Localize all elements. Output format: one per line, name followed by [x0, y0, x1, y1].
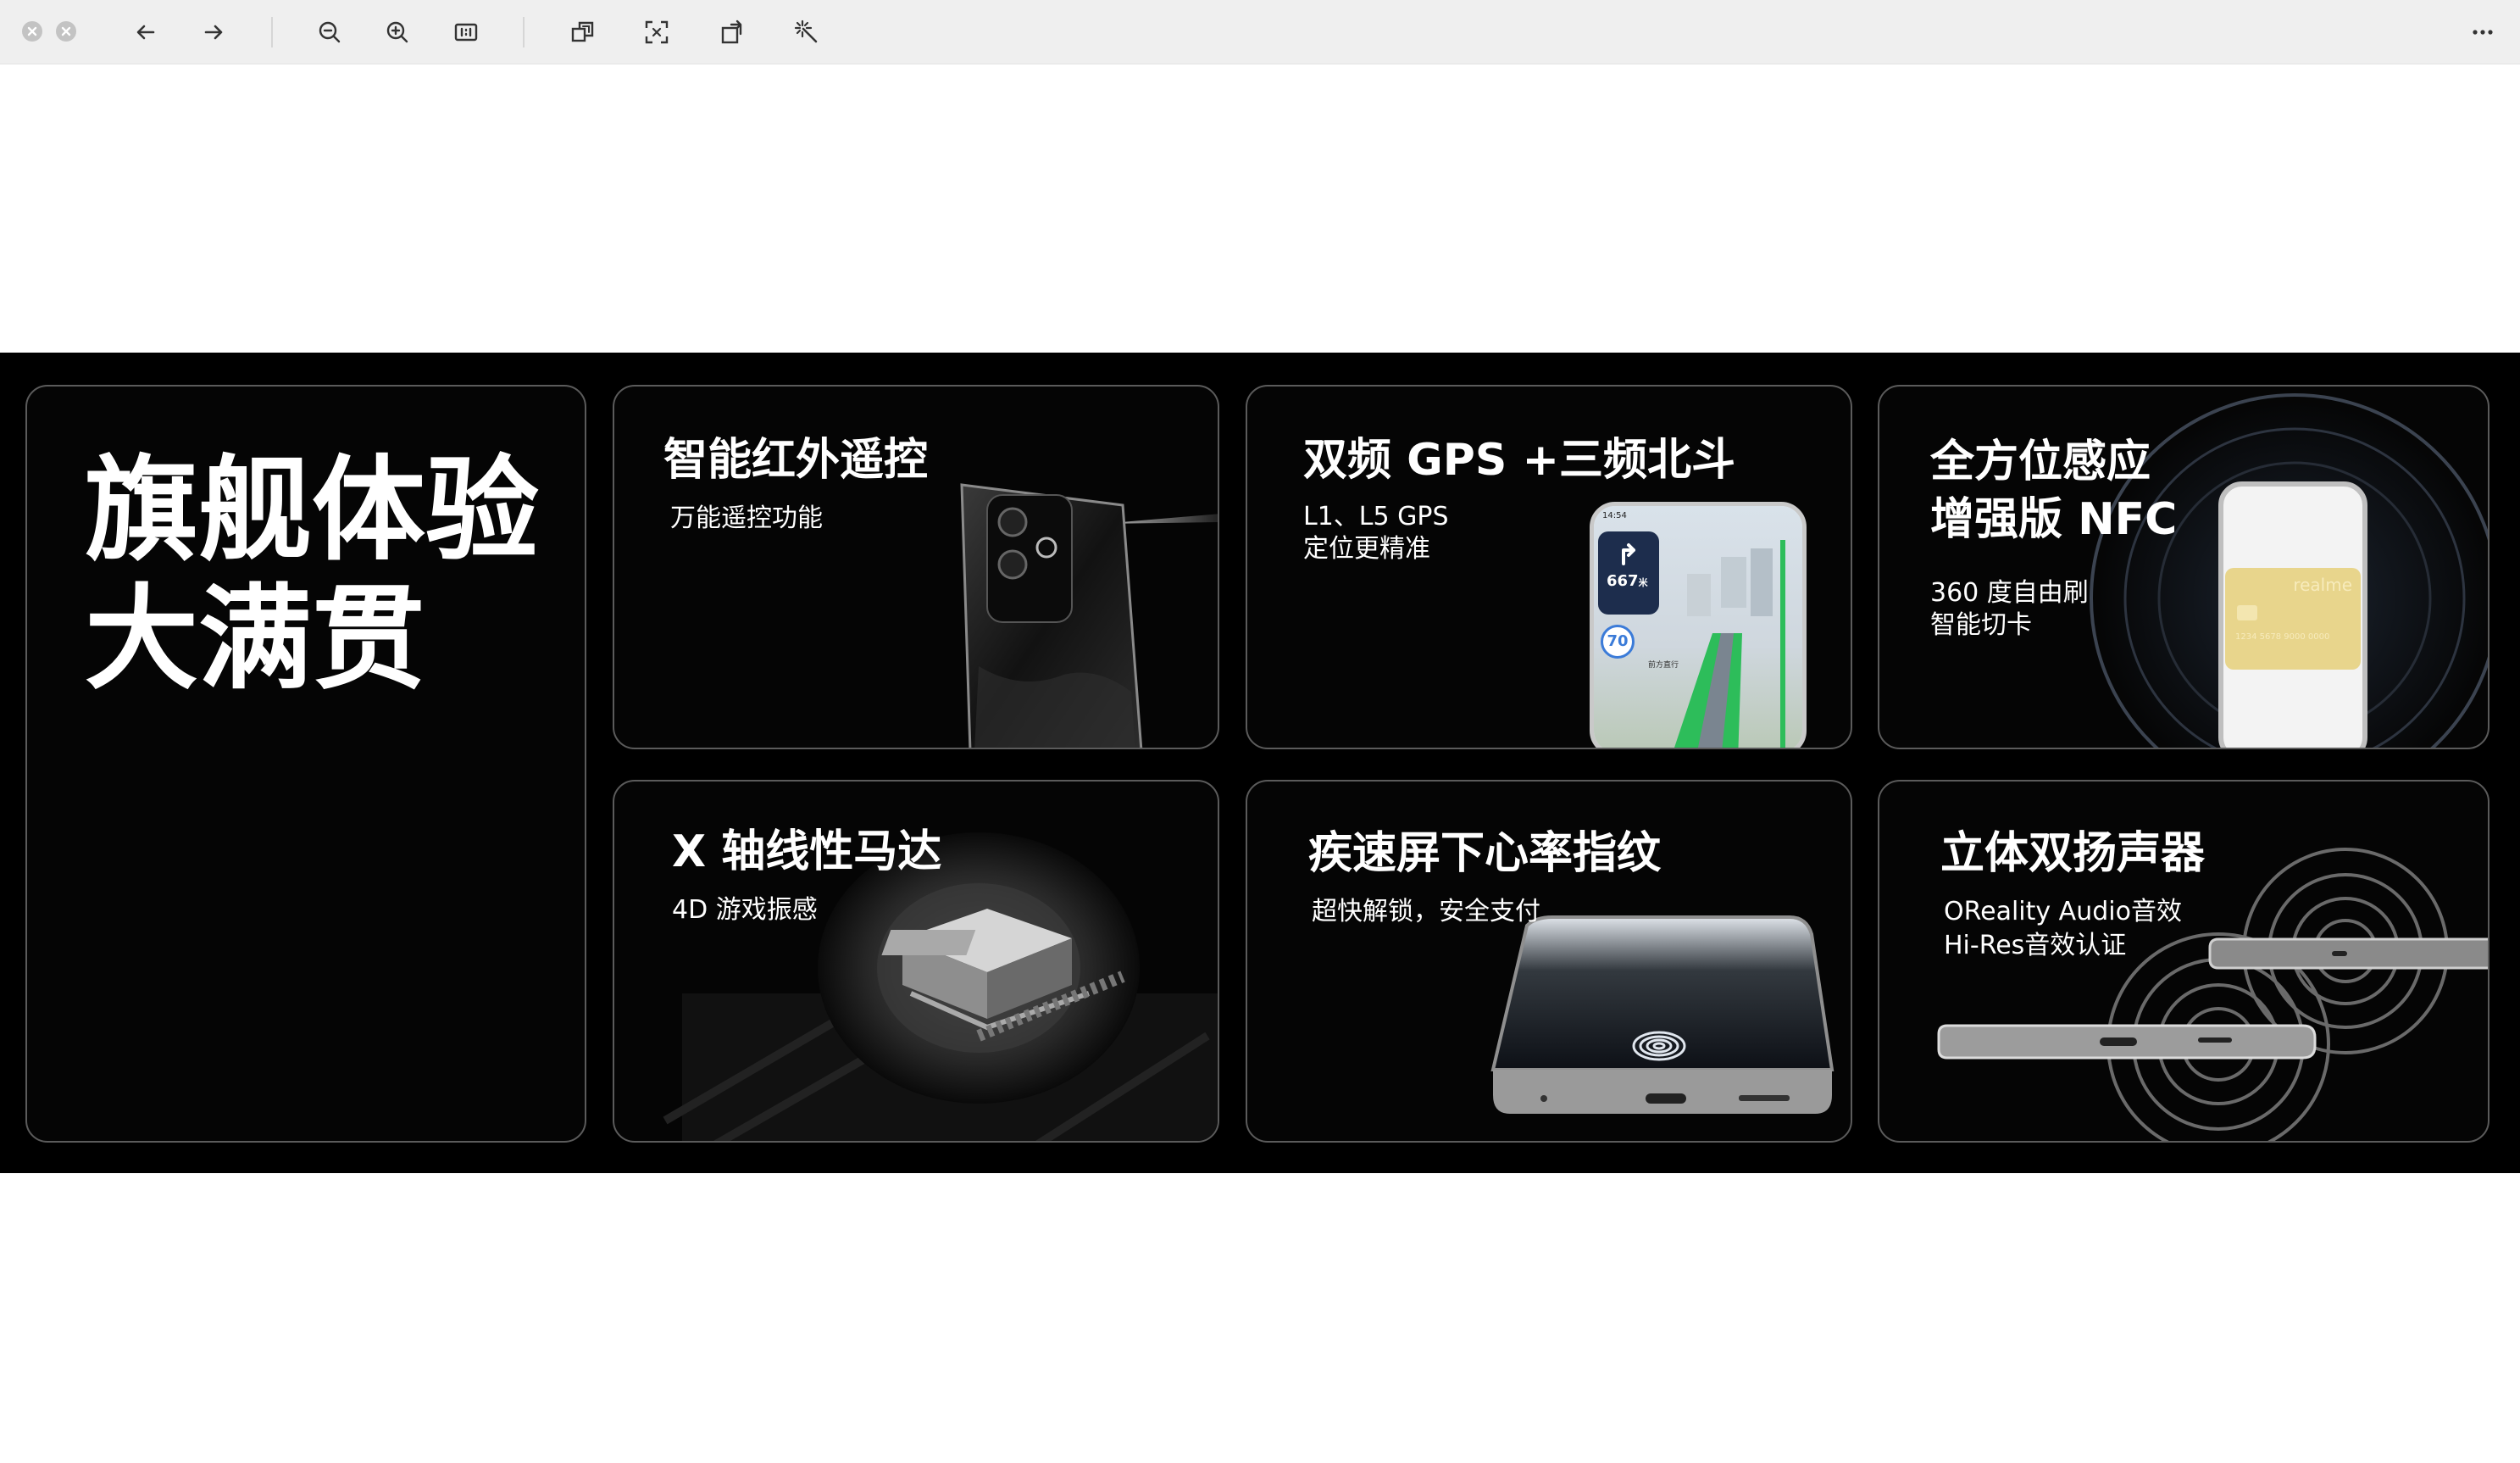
- actual-size-icon[interactable]: [447, 14, 485, 51]
- headline-line-2: 大满贯: [85, 573, 426, 705]
- back-arrow-icon[interactable]: [127, 14, 164, 51]
- card-subtitle: 4D 游戏振感: [672, 895, 818, 925]
- nav-hint: 前方直行: [1648, 661, 1679, 670]
- card-subtitle: 超快解锁，安全支付: [1312, 897, 1540, 926]
- card-brand: realme: [2293, 575, 2352, 595]
- card-title: 全方位感应: [1930, 437, 2151, 487]
- nfc-bank-card: realme 1234 5678 9000 0000: [2225, 568, 2361, 670]
- card-title: 疾速屏下心率指纹: [1308, 828, 1662, 879]
- feature-card-ir-remote: 智能红外遥控 万能遥控功能: [613, 385, 1219, 749]
- card-subtitle-2: Hi-Res音效认证: [1944, 931, 2127, 960]
- card-title-2: 增强版 NFC: [1930, 494, 2178, 545]
- nav-distance: 667: [1607, 572, 1639, 590]
- card-subtitle-2: 智能切卡: [1930, 610, 2032, 640]
- rotate-icon[interactable]: [714, 14, 752, 51]
- feature-card-nfc: realme 1234 5678 9000 0000 全方位感应 增强版 NFC…: [1878, 385, 2489, 749]
- feature-card-motor: X 轴线性马达 4D 游戏振感: [613, 780, 1219, 1143]
- toolbar-divider: [523, 17, 525, 47]
- card-title: 立体双扬声器: [1940, 828, 2206, 879]
- headline: 旗舰体验 大满贯: [85, 446, 539, 704]
- card-title: 智能红外遥控: [663, 435, 929, 486]
- card-subtitle: 万能遥控功能: [670, 503, 823, 533]
- close-icon[interactable]: [22, 21, 42, 42]
- card-subtitle: L1、L5 GPS: [1303, 502, 1449, 531]
- gps-phone-image: 14:54 667米 70 前方直行: [1590, 502, 1807, 748]
- magic-wand-icon[interactable]: [788, 14, 825, 51]
- speed-limit: 70: [1601, 625, 1635, 659]
- card-number: 1234 5678 9000 0000: [2235, 632, 2330, 642]
- zoom-in-icon[interactable]: [379, 14, 416, 51]
- toolbar-divider: [271, 17, 273, 47]
- zoom-out-icon[interactable]: [311, 14, 348, 51]
- card-subtitle: 360 度自由刷: [1930, 578, 2089, 608]
- crop-icon[interactable]: [564, 14, 602, 51]
- status-time: 14:54: [1602, 511, 1627, 520]
- turn-panel: 667米: [1598, 531, 1659, 615]
- card-title: X 轴线性马达: [672, 826, 942, 877]
- card-title: 双频 GPS +三频北斗: [1303, 435, 1736, 486]
- card-subtitle-2: 定位更精准: [1303, 534, 1430, 564]
- feature-banner: 旗舰体验 大满贯 智能红外遥控 万能遥控功能 双频 GPS +三频北斗 L1、L…: [0, 353, 2520, 1173]
- feature-card-fingerprint: 疾速屏下心率指纹 超快解锁，安全支付: [1246, 780, 1852, 1143]
- card-subtitle: OReality Audio音效: [1944, 897, 2182, 926]
- nfc-phone-image: realme 1234 5678 9000 0000: [2218, 481, 2367, 748]
- nav-distance-unit: 米: [1638, 577, 1648, 588]
- chip-icon: [2237, 605, 2257, 620]
- headline-card: 旗舰体验 大满贯: [25, 385, 586, 1143]
- minimize-icon[interactable]: [56, 21, 76, 42]
- fit-screen-icon[interactable]: [638, 14, 675, 51]
- feature-card-speakers: 立体双扬声器 OReality Audio音效 Hi-Res音效认证: [1878, 780, 2489, 1143]
- forward-arrow-icon[interactable]: [195, 14, 232, 51]
- turn-right-icon: [1622, 543, 1635, 565]
- viewer-toolbar: [0, 0, 2520, 64]
- feature-card-gps: 双频 GPS +三频北斗 L1、L5 GPS 定位更精准 14:54 667米 …: [1246, 385, 1852, 749]
- headline-line-1: 旗舰体验: [85, 444, 540, 576]
- more-icon[interactable]: [2464, 14, 2501, 51]
